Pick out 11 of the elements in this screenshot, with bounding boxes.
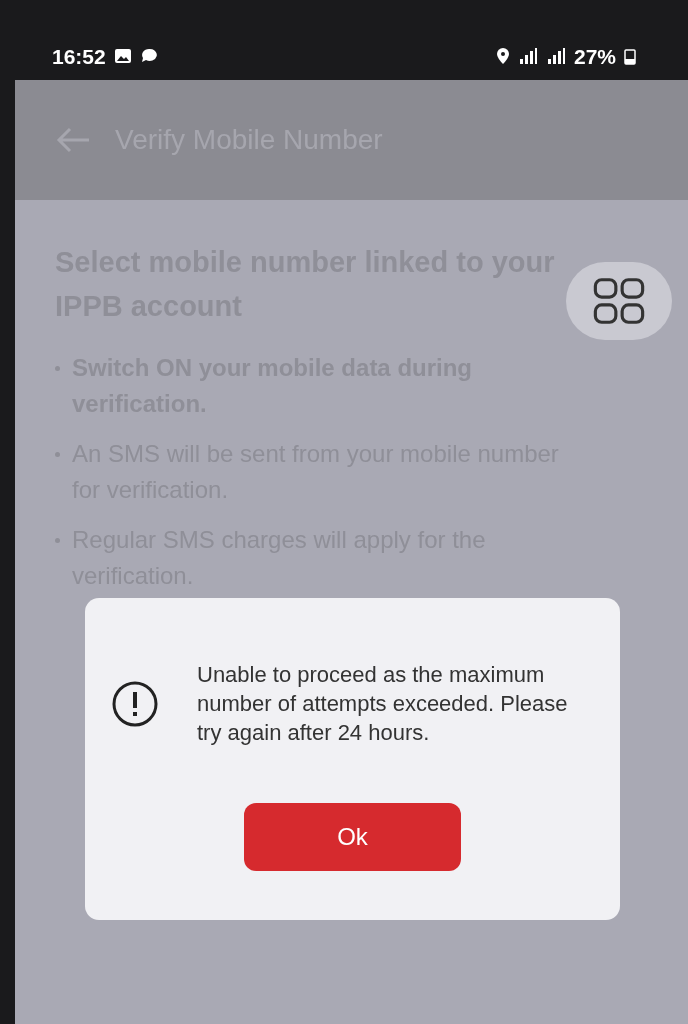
status-time: 16:52 bbox=[52, 43, 106, 70]
grid-icon bbox=[593, 277, 645, 325]
signal-icon bbox=[517, 47, 538, 66]
signal-icon bbox=[545, 47, 566, 66]
battery-icon bbox=[624, 47, 636, 66]
dialog-message: Unable to proceed as the maximum number of attempts exceeded. Please try again after 24 hours. bbox=[197, 661, 569, 747]
ok-button[interactable]: Ok bbox=[244, 803, 461, 871]
warning-icon bbox=[111, 680, 159, 728]
battery-percent: 27% bbox=[573, 43, 616, 70]
image-icon bbox=[113, 48, 132, 65]
location-icon bbox=[495, 47, 510, 66]
